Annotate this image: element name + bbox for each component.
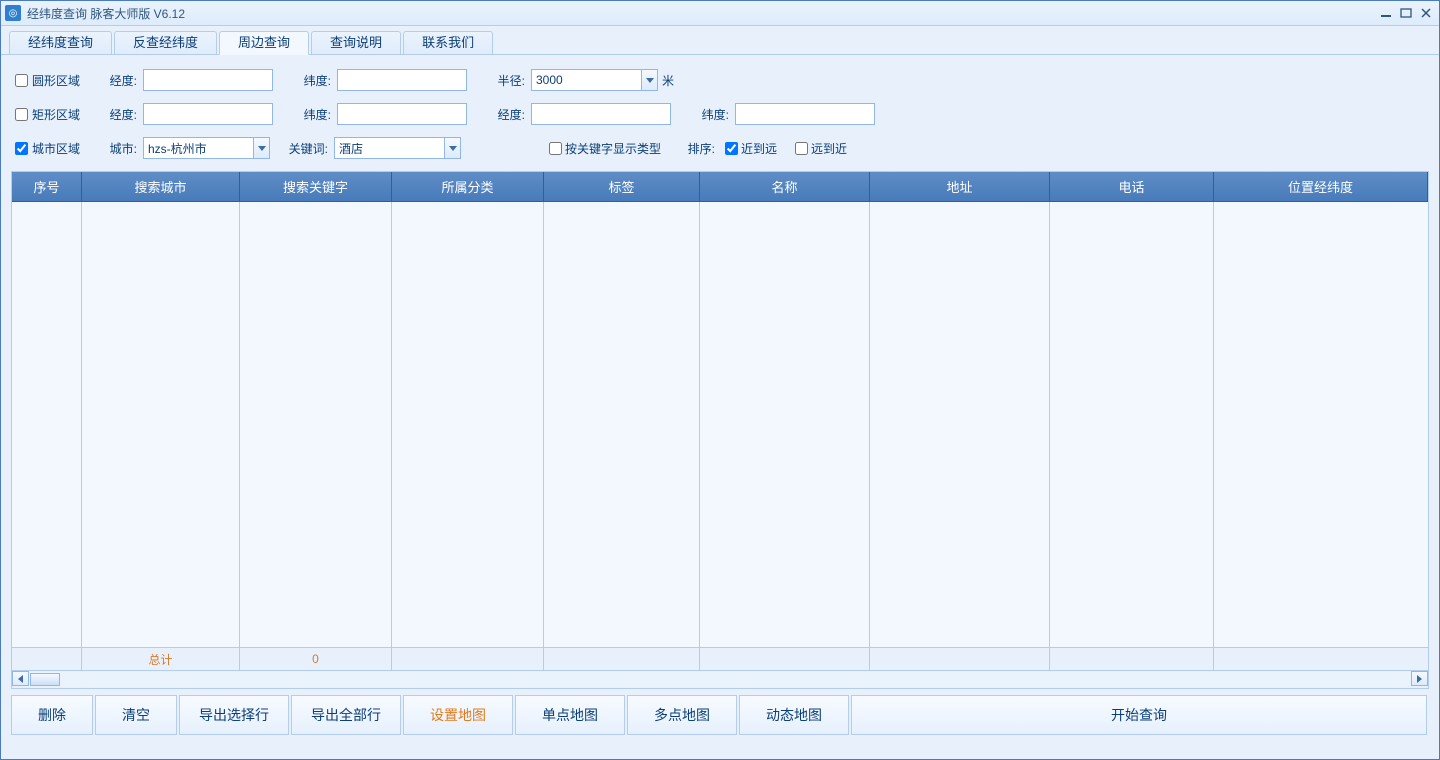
rect-lng1-input[interactable] bbox=[143, 103, 273, 125]
clear-button[interactable]: 清空 bbox=[95, 695, 177, 735]
scroll-right-button[interactable] bbox=[1411, 671, 1428, 686]
city-area-checkbox[interactable]: 城市区域 bbox=[11, 139, 97, 158]
sort-label: 排序: bbox=[675, 140, 715, 157]
col-index[interactable]: 序号 bbox=[12, 172, 82, 202]
city-combo[interactable] bbox=[143, 137, 270, 159]
city-label: 城市: bbox=[97, 140, 137, 157]
rect-lat2-input[interactable] bbox=[735, 103, 875, 125]
radius-combo[interactable] bbox=[531, 69, 658, 91]
show-type-label: 按关键字显示类型 bbox=[565, 140, 661, 157]
maximize-button[interactable] bbox=[1397, 6, 1415, 20]
sort-far-label: 远到近 bbox=[811, 140, 847, 157]
rect-lng2-input[interactable] bbox=[531, 103, 671, 125]
row-circle: 圆形区域 经度: 纬度: 半径: 米 bbox=[11, 63, 1429, 97]
keyword-label: 关键词: bbox=[276, 140, 328, 157]
set-map-button[interactable]: 设置地图 bbox=[403, 695, 513, 735]
circle-lat-label: 纬度: bbox=[291, 72, 331, 89]
col-city[interactable]: 搜索城市 bbox=[82, 172, 240, 202]
scroll-left-button[interactable] bbox=[12, 671, 29, 686]
results-table: 序号 搜索城市 搜索关键字 所属分类 标签 名称 地址 电话 位置经纬度 bbox=[11, 171, 1429, 671]
tab-help[interactable]: 查询说明 bbox=[311, 31, 401, 54]
export-sel-button[interactable]: 导出选择行 bbox=[179, 695, 289, 735]
dynamic-map-button[interactable]: 动态地图 bbox=[739, 695, 849, 735]
row-rect: 矩形区域 经度: 纬度: 经度: 纬度: bbox=[11, 97, 1429, 131]
rect-lat2-label: 纬度: bbox=[689, 106, 729, 123]
titlebar: ◎ 经纬度查询 脉客大师版 V6.12 bbox=[1, 1, 1439, 26]
total-label: 总计 bbox=[82, 648, 240, 670]
city-input[interactable] bbox=[143, 137, 253, 159]
total-value: 0 bbox=[240, 648, 392, 670]
start-query-button[interactable]: 开始查询 bbox=[851, 695, 1427, 735]
chevron-down-icon[interactable] bbox=[444, 137, 461, 159]
tab-contact[interactable]: 联系我们 bbox=[403, 31, 493, 54]
circle-lat-input[interactable] bbox=[337, 69, 467, 91]
col-tag[interactable]: 标签 bbox=[544, 172, 700, 202]
single-map-button[interactable]: 单点地图 bbox=[515, 695, 625, 735]
content-pane: 圆形区域 经度: 纬度: 半径: 米 矩形区域 经度: 纬度: 经度: bbox=[1, 55, 1439, 735]
multi-map-button[interactable]: 多点地图 bbox=[627, 695, 737, 735]
sort-near-checkbox[interactable]: 近到远 bbox=[721, 139, 777, 158]
rect-area-label: 矩形区域 bbox=[32, 106, 80, 123]
rect-area-checkbox[interactable]: 矩形区域 bbox=[11, 105, 97, 124]
col-keyword[interactable]: 搜索关键字 bbox=[240, 172, 392, 202]
radius-label: 半径: bbox=[485, 72, 525, 89]
export-all-button[interactable]: 导出全部行 bbox=[291, 695, 401, 735]
table-footer: 总计 0 bbox=[12, 647, 1428, 670]
col-category[interactable]: 所属分类 bbox=[392, 172, 544, 202]
tab-bar: 经纬度查询 反查经纬度 周边查询 查询说明 联系我们 bbox=[1, 26, 1439, 55]
circle-lng-label: 经度: bbox=[97, 72, 137, 89]
rect-lat1-label: 纬度: bbox=[291, 106, 331, 123]
table-header: 序号 搜索城市 搜索关键字 所属分类 标签 名称 地址 电话 位置经纬度 bbox=[12, 172, 1428, 202]
rect-lng1-label: 经度: bbox=[97, 106, 137, 123]
minimize-button[interactable] bbox=[1377, 6, 1395, 20]
tab-coord-query[interactable]: 经纬度查询 bbox=[9, 31, 112, 54]
col-name[interactable]: 名称 bbox=[700, 172, 870, 202]
circle-lng-input[interactable] bbox=[143, 69, 273, 91]
col-address[interactable]: 地址 bbox=[870, 172, 1050, 202]
sort-near-label: 近到远 bbox=[741, 140, 777, 157]
sort-far-checkbox[interactable]: 远到近 bbox=[791, 139, 847, 158]
close-button[interactable] bbox=[1417, 6, 1435, 20]
horizontal-scrollbar[interactable] bbox=[11, 671, 1429, 689]
chevron-down-icon[interactable] bbox=[253, 137, 270, 159]
col-phone[interactable]: 电话 bbox=[1050, 172, 1214, 202]
circle-area-label: 圆形区域 bbox=[32, 72, 80, 89]
keyword-input[interactable] bbox=[334, 137, 444, 159]
button-bar: 删除 清空 导出选择行 导出全部行 设置地图 单点地图 多点地图 动态地图 开始… bbox=[11, 695, 1429, 735]
tab-nearby-query[interactable]: 周边查询 bbox=[219, 31, 309, 55]
table-body bbox=[12, 202, 1428, 647]
tab-reverse-coord[interactable]: 反查经纬度 bbox=[114, 31, 217, 54]
chevron-down-icon[interactable] bbox=[641, 69, 658, 91]
window-title: 经纬度查询 脉客大师版 V6.12 bbox=[27, 5, 185, 22]
row-city: 城市区域 城市: 关键词: 按关键字显示类型 排序: 近到远 远到近 bbox=[11, 131, 1429, 165]
city-area-label: 城市区域 bbox=[32, 140, 80, 157]
col-coord[interactable]: 位置经纬度 bbox=[1214, 172, 1428, 202]
rect-lat1-input[interactable] bbox=[337, 103, 467, 125]
circle-area-checkbox[interactable]: 圆形区域 bbox=[11, 71, 97, 90]
delete-button[interactable]: 删除 bbox=[11, 695, 93, 735]
scroll-thumb[interactable] bbox=[30, 673, 60, 686]
app-icon: ◎ bbox=[5, 5, 21, 21]
radius-input[interactable] bbox=[531, 69, 641, 91]
show-type-checkbox[interactable]: 按关键字显示类型 bbox=[545, 139, 661, 158]
rect-lng2-label: 经度: bbox=[485, 106, 525, 123]
keyword-combo[interactable] bbox=[334, 137, 461, 159]
radius-unit: 米 bbox=[662, 72, 674, 89]
app-window: ◎ 经纬度查询 脉客大师版 V6.12 经纬度查询 反查经纬度 周边查询 查询说… bbox=[0, 0, 1440, 760]
